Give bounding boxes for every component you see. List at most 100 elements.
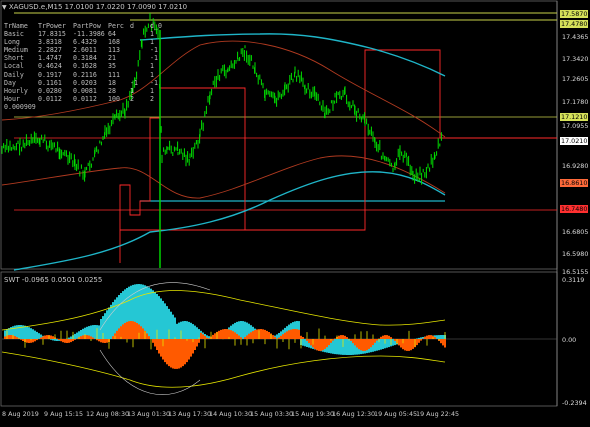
histogram-bar-orange [360,339,362,350]
cyan-ma-lower [14,172,445,270]
histogram-bar-orange [34,339,36,341]
time-axis-label: 8 Aug 2019 [2,410,39,418]
histogram-bar-cyan [340,339,342,355]
histogram-bar-orange [146,333,148,339]
table-cell: -1 [150,54,158,62]
table-cell: 0.1628 [73,62,108,70]
histogram-bar-cyan [110,305,112,339]
histogram-bar-orange [28,339,30,343]
table-row: Medium2.28272.6011113-1 [4,46,162,54]
histogram-bar-orange [268,332,270,339]
histogram-bar-orange [250,332,252,339]
table-row: Long3.83186.43291681 [4,38,162,46]
histogram-bar-cyan [170,312,172,339]
histogram-bar-orange [368,339,370,349]
header-partpow: PartPow [73,22,108,30]
histogram-bar-orange [142,328,144,339]
histogram-bar-cyan [442,335,444,339]
histogram-bar-orange [410,339,412,350]
symbol-label: XAGUSD.e,M15 [9,3,63,11]
histogram-bar-orange [202,334,204,339]
histogram-bar-orange [328,339,330,345]
histogram-bar-orange [296,329,298,339]
histogram-bar-orange [80,336,82,339]
histogram-bar-orange [134,322,136,339]
histogram-bar-orange [208,338,210,339]
histogram-bar-orange [418,339,420,343]
histogram-bar-cyan [344,339,346,355]
histogram-bar-cyan [162,301,164,339]
table-cell: -1 [150,79,158,87]
time-axis-label: 12 Aug 08:30 [86,410,129,418]
histogram-bar-orange [288,330,290,339]
histogram-bar-orange [266,331,268,339]
histogram-bar-orange [188,339,190,360]
histogram-bar-orange [88,336,90,340]
chart-menu-icon[interactable]: ▼ [2,4,7,11]
histogram-bar-cyan [244,322,246,339]
histogram-bar-orange [362,339,364,351]
time-axis-label: 15 Aug 19:30 [291,410,334,418]
table-cell: 0.2116 [73,71,108,79]
histogram-bar-orange [22,339,24,341]
table-cell: 0.0112 [73,95,108,103]
histogram-bar-cyan [32,329,34,339]
histogram-bar-cyan [334,339,336,354]
histogram-bar-orange [424,337,426,339]
histogram-bar-cyan [382,339,384,349]
chart-window[interactable]: ▼ XAGUSD.e,M15 17.0100 17.0220 17.0090 1… [0,0,590,423]
histogram-bar-orange [344,336,346,339]
indicator-axis-top: 0.3119 [562,276,584,284]
histogram-bar-cyan [112,302,114,339]
histogram-bar-orange [380,337,382,339]
histogram-bar-cyan [26,326,28,339]
histogram-bar-cyan [176,324,178,339]
histogram-bar-orange [420,339,422,341]
table-cell: 0.3184 [73,54,108,62]
histogram-bar-orange [302,337,304,339]
histogram-bar-orange [182,339,184,366]
histogram-bar-cyan [68,338,70,339]
histogram-bar-cyan [94,325,96,339]
histogram-bar-cyan [438,335,440,339]
histogram-bar-orange [64,339,66,343]
histogram-bar-orange [404,339,406,350]
table-cell: 2 [150,95,154,103]
histogram-bar-orange [184,339,186,364]
histogram-bar-cyan [186,321,188,339]
histogram-bar-orange [326,339,328,347]
histogram-bar-cyan [192,324,194,339]
table-cell: 168 [108,38,130,46]
histogram-bar-orange [314,339,316,349]
histogram-bar-orange [4,337,6,340]
price-tag-label: 16.8610 [560,179,588,187]
histogram-bar-cyan [376,339,378,351]
table-cell: 100 [108,95,130,103]
table-cell [130,71,150,79]
price-tag-label: 17.4780 [560,20,588,28]
header-d0: d_0 [150,22,162,30]
price-axis-label: 16.6805 [562,228,588,236]
histogram-bar-orange [286,331,288,339]
price-tag-label: 17.0210 [560,137,588,145]
histogram-bar-orange [388,336,390,339]
histogram-bar-orange [180,339,182,368]
histogram-bar-orange [374,339,376,343]
table-cell: 2.2827 [38,46,73,54]
histogram-bar-orange [196,339,198,347]
histogram-bar-orange [306,339,308,341]
histogram-bar-orange [50,336,52,340]
histogram-bar-orange [416,339,418,345]
histogram-bar-cyan [350,339,352,355]
histogram-bar-orange [46,335,48,339]
histogram-bar-orange [136,323,138,339]
histogram-bar-orange [440,339,442,343]
table-cell: Short [4,54,38,62]
histogram-bar-orange [334,339,336,340]
table-cell: 18 [108,79,130,87]
header-trname: TrName [4,22,38,30]
table-cell: 0.0112 [38,95,73,103]
table-cell: -1 [150,46,158,54]
histogram-bar-cyan [392,339,394,346]
histogram-bar-orange [160,339,162,357]
